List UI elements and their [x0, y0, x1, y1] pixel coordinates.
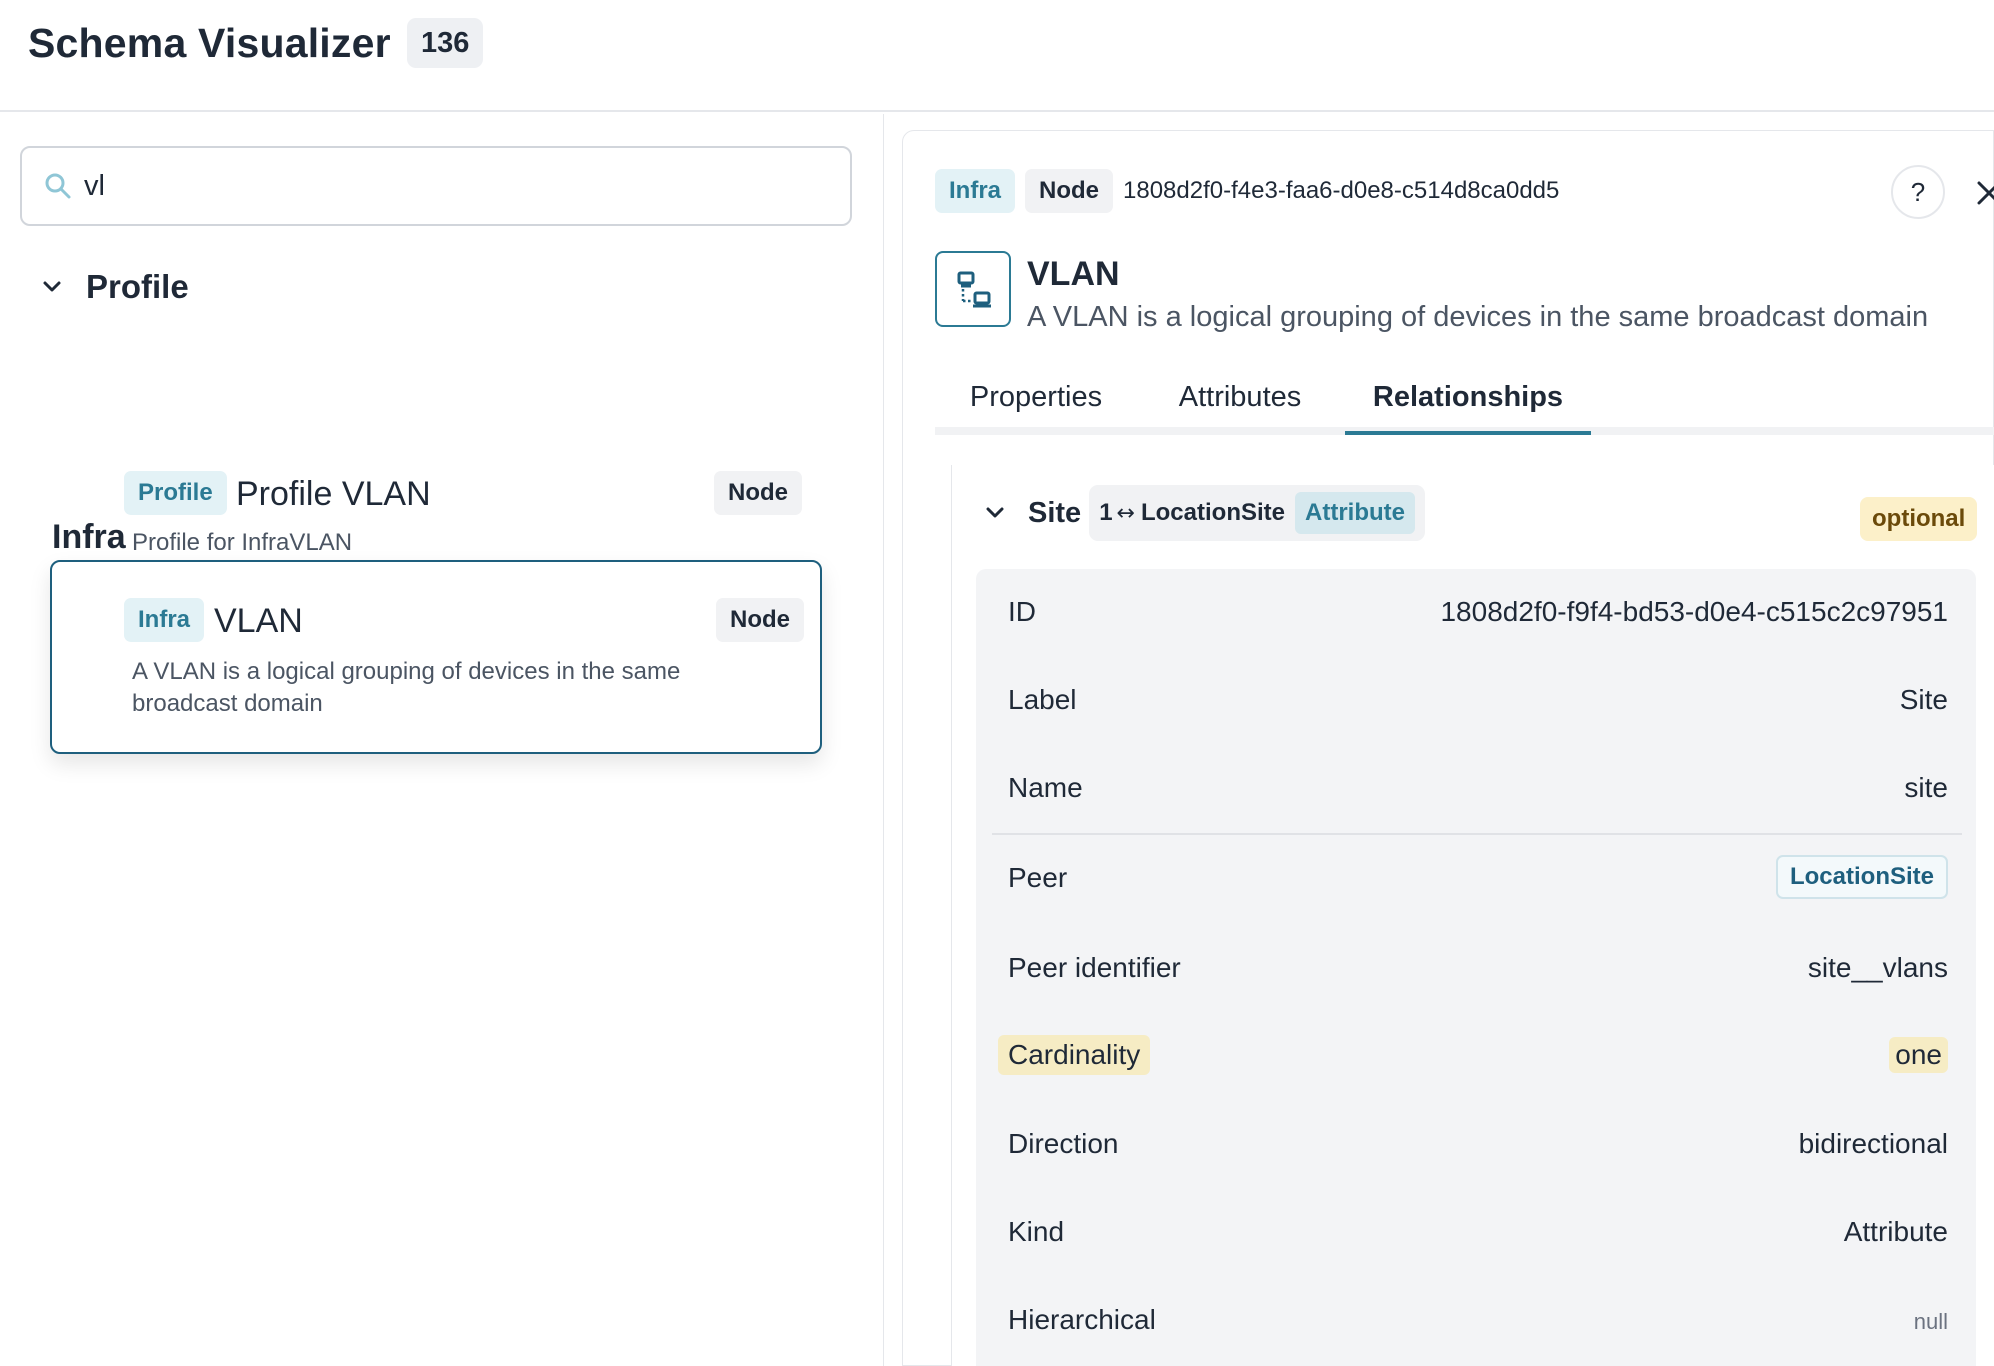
search-icon — [45, 173, 71, 199]
property-value: Site — [1899, 684, 1948, 715]
group-label-profile: Profile — [86, 268, 189, 305]
detail-tabs: Properties Attributes Relationships — [935, 375, 1994, 435]
property-value: bidirectional — [1798, 1128, 1948, 1159]
property-key: Hierarchical — [1008, 1304, 1156, 1335]
chevron-down-icon — [43, 281, 61, 292]
property-key: Direction — [1008, 1128, 1119, 1159]
property-row: Label Site — [976, 657, 1976, 745]
property-row: Peer LocationSite — [976, 835, 1976, 923]
property-row: Kind Attribute — [976, 1189, 1976, 1277]
group-label-infra: Infra — [52, 518, 126, 556]
schema-list-pane: Profile Profile Profile VLAN Node Profil… — [0, 114, 884, 1366]
property-row: Hierarchical null — [976, 1277, 1976, 1365]
relationship-kind-badge: Attribute — [1295, 492, 1415, 534]
schema-count-badge: 136 — [407, 18, 484, 68]
item-title: Profile VLAN — [236, 475, 431, 513]
help-button[interactable]: ? — [1891, 165, 1945, 219]
namespace-badge: Profile — [124, 471, 227, 515]
property-value: Attribute — [1843, 1216, 1948, 1247]
chevron-down-icon — [986, 507, 1004, 518]
item-description: Profile for InfraVLAN — [132, 529, 353, 556]
node-name: VLAN — [1027, 255, 1120, 293]
breadcrumb: Infra Node 1808d2f0-f4e3-faa6-d0e8-c514d… — [935, 169, 1559, 213]
item-description: A VLAN is a logical grouping of devices … — [132, 658, 681, 717]
relationship-name: Site — [1028, 496, 1082, 529]
app-header: Schema Visualizer 136 — [0, 0, 1994, 112]
property-key: Peer identifier — [1008, 952, 1181, 983]
namespace-badge: Infra — [124, 598, 205, 642]
kind-badge: Node — [714, 471, 802, 515]
namespace-badge: Infra — [935, 169, 1016, 213]
kind-badge: Node — [1025, 169, 1114, 213]
relationship-panel: Site 1 ↔ LocationSite Attribute optional… — [951, 465, 1994, 1366]
search-input[interactable] — [84, 162, 824, 210]
property-row: Name site — [976, 745, 1976, 833]
page-title: Schema Visualizer — [28, 20, 391, 66]
property-value: one — [1889, 1037, 1948, 1073]
property-value: null — [1913, 1309, 1948, 1334]
peer-link[interactable]: LocationSite — [1775, 855, 1948, 899]
property-row: ID 1808d2f0-f9f4-bd53-d0e4-c515c2c97951 — [976, 569, 1976, 657]
tab-attributes[interactable]: Attributes — [1137, 375, 1343, 435]
property-key: Peer — [1008, 862, 1068, 893]
property-key: ID — [1008, 596, 1036, 627]
relationship-properties: ID 1808d2f0-f9f4-bd53-d0e4-c515c2c97951 … — [976, 569, 1976, 1366]
property-value: site — [1904, 772, 1948, 803]
tab-properties[interactable]: Properties — [935, 375, 1137, 435]
property-value: 1808d2f0-f9f4-bd53-d0e4-c515c2c97951 — [1440, 596, 1948, 627]
schema-item-profile-vlan[interactable]: Profile Profile VLAN Node Profile for In… — [110, 349, 810, 556]
item-title: VLAN — [214, 602, 303, 640]
property-row: Cardinality one — [976, 1013, 1976, 1101]
property-key: Name — [1008, 772, 1083, 803]
property-key: Kind — [1008, 1216, 1065, 1247]
schema-item-vlan[interactable]: Infra VLAN Node A VLAN is a logical grou… — [50, 560, 822, 754]
property-row: Peer identifier site__vlans — [976, 925, 1976, 1013]
property-value: site__vlans — [1807, 952, 1948, 983]
relationship-peer-chip: 1 ↔ LocationSite Attribute — [1089, 485, 1425, 541]
tab-relationships[interactable]: Relationships — [1345, 375, 1591, 435]
relationship-header[interactable]: Site 1 ↔ LocationSite Attribute — [982, 485, 1425, 541]
cardinality-indicator: 1 — [1099, 499, 1113, 526]
property-key: Label — [1008, 684, 1077, 715]
network-icon — [935, 251, 1011, 327]
kind-badge: Node — [716, 598, 804, 642]
property-row: Direction bidirectional — [976, 1101, 1976, 1189]
property-key: Cardinality — [998, 1035, 1151, 1075]
schema-detail-panel: Infra Node 1808d2f0-f4e3-faa6-d0e8-c514d… — [902, 130, 1994, 1366]
node-description: A VLAN is a logical grouping of devices … — [1027, 301, 1929, 333]
group-toggle-profile[interactable]: Profile — [38, 262, 189, 312]
search-box[interactable] — [20, 146, 852, 226]
optional-badge: optional — [1860, 497, 1978, 541]
peer-name: LocationSite — [1140, 499, 1285, 526]
node-uuid: 1808d2f0-f4e3-faa6-d0e8-c514d8ca0dd5 — [1123, 177, 1560, 204]
bidirectional-arrow-icon: ↔ — [1116, 500, 1135, 526]
close-icon[interactable] — [1975, 171, 1994, 211]
